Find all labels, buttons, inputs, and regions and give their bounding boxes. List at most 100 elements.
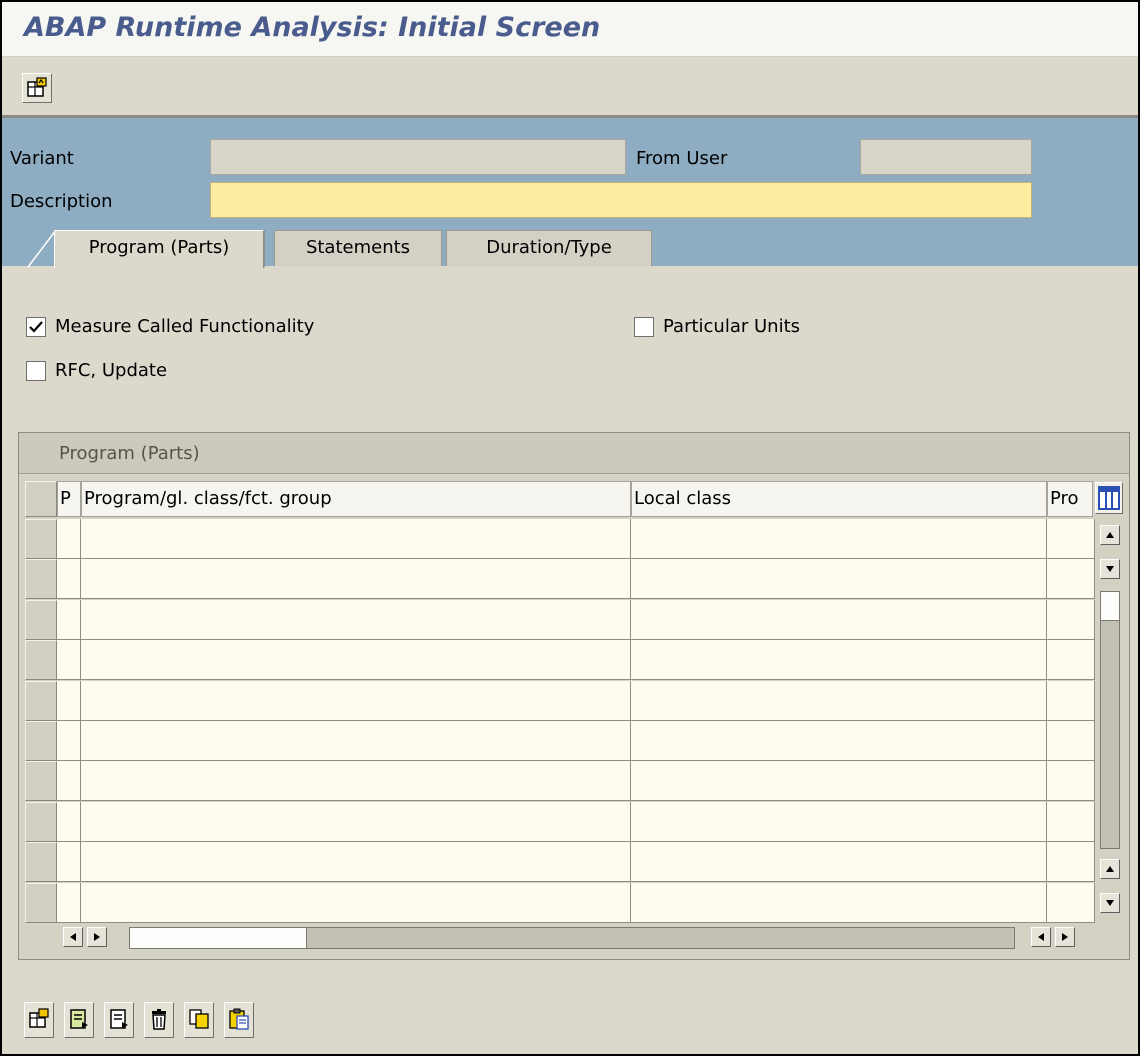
particular-units-checkbox[interactable] bbox=[634, 317, 654, 337]
arrow-up-icon bbox=[1106, 532, 1114, 538]
table-cell[interactable] bbox=[81, 842, 631, 883]
table-cell[interactable] bbox=[57, 599, 81, 640]
table-cell[interactable] bbox=[1047, 842, 1095, 883]
vertical-scrollbar[interactable] bbox=[1097, 519, 1123, 923]
column-header-program[interactable]: Program/gl. class/fct. group bbox=[81, 481, 631, 517]
arrow-right-icon bbox=[1062, 933, 1068, 941]
table-cell[interactable] bbox=[57, 882, 81, 923]
scroll-left-button[interactable] bbox=[63, 927, 83, 947]
row-selector[interactable] bbox=[25, 882, 57, 923]
column-header-local-class[interactable]: Local class bbox=[631, 481, 1047, 517]
row-selector[interactable] bbox=[25, 599, 57, 640]
table-cell[interactable] bbox=[631, 680, 1047, 721]
column-header-pro[interactable]: Pro bbox=[1047, 481, 1093, 517]
hscroll-track[interactable] bbox=[129, 927, 1015, 949]
paste-button[interactable] bbox=[224, 1002, 254, 1038]
table-cell[interactable] bbox=[57, 519, 81, 559]
tab-duration-type[interactable]: Duration/Type bbox=[446, 230, 652, 266]
table-cell[interactable] bbox=[631, 640, 1047, 681]
table-cell[interactable] bbox=[81, 721, 631, 761]
from-user-field[interactable] bbox=[860, 139, 1032, 175]
row-selector[interactable] bbox=[25, 519, 57, 559]
table-cell[interactable] bbox=[57, 559, 81, 600]
append-row-icon bbox=[70, 1009, 88, 1029]
table-cell[interactable] bbox=[81, 761, 631, 802]
scroll-thumb[interactable] bbox=[1101, 592, 1119, 621]
scroll-page-down-button[interactable] bbox=[1100, 893, 1120, 913]
table-cell[interactable] bbox=[81, 680, 631, 721]
row-selector[interactable] bbox=[25, 680, 57, 721]
table-cell[interactable] bbox=[57, 801, 81, 842]
table-cell[interactable] bbox=[81, 640, 631, 681]
table-cell[interactable] bbox=[631, 559, 1047, 600]
arrow-down-icon bbox=[1106, 566, 1114, 572]
table-cell[interactable] bbox=[1047, 801, 1095, 842]
table-cell[interactable] bbox=[57, 842, 81, 883]
scroll-up-button[interactable] bbox=[1100, 525, 1120, 545]
create-variant-button[interactable] bbox=[22, 73, 52, 103]
table-cell[interactable] bbox=[81, 599, 631, 640]
horizontal-scrollbar[interactable] bbox=[57, 923, 1103, 953]
row-selector[interactable] bbox=[25, 761, 57, 802]
hscroll-thumb[interactable] bbox=[130, 928, 307, 948]
scroll-far-right-button[interactable] bbox=[1055, 927, 1075, 947]
append-row-button[interactable] bbox=[64, 1002, 94, 1038]
delete-row-button[interactable] bbox=[144, 1002, 174, 1038]
insert-row-button[interactable] bbox=[24, 1002, 54, 1038]
scroll-far-left-button[interactable] bbox=[1031, 927, 1051, 947]
select-all-button[interactable] bbox=[25, 481, 57, 517]
table-cell[interactable] bbox=[1047, 761, 1095, 802]
description-field[interactable] bbox=[210, 182, 1032, 218]
table-cell[interactable] bbox=[1047, 882, 1095, 923]
table-cell[interactable] bbox=[81, 882, 631, 923]
row-selector[interactable] bbox=[25, 559, 57, 600]
table-title-bar: Program (Parts) bbox=[19, 433, 1129, 474]
table-cell[interactable] bbox=[1047, 599, 1095, 640]
table-cell[interactable] bbox=[1047, 519, 1095, 559]
table-cell[interactable] bbox=[631, 882, 1047, 923]
table-cell[interactable] bbox=[81, 801, 631, 842]
table-cell[interactable] bbox=[631, 761, 1047, 802]
create-variant-icon bbox=[27, 77, 47, 97]
measure-called-checkbox[interactable] bbox=[26, 317, 46, 337]
page-title: ABAP Runtime Analysis: Initial Screen bbox=[24, 12, 601, 43]
row-selector[interactable] bbox=[25, 640, 57, 681]
scroll-down-button[interactable] bbox=[1100, 559, 1120, 579]
table-cell[interactable] bbox=[631, 519, 1047, 559]
scroll-right-button[interactable] bbox=[87, 927, 107, 947]
rfc-update-checkbox[interactable] bbox=[26, 361, 46, 381]
from-user-label: From User bbox=[636, 148, 728, 169]
table-cell[interactable] bbox=[1047, 721, 1095, 761]
table-cell[interactable] bbox=[1047, 640, 1095, 681]
scroll-track[interactable] bbox=[1100, 591, 1120, 849]
table-cell[interactable] bbox=[81, 519, 631, 559]
table-cell[interactable] bbox=[631, 801, 1047, 842]
table-cell[interactable] bbox=[81, 559, 631, 600]
table-cell[interactable] bbox=[57, 680, 81, 721]
rfc-update-label: RFC, Update bbox=[55, 360, 168, 381]
table-cell[interactable] bbox=[1047, 680, 1095, 721]
table-cell[interactable] bbox=[57, 640, 81, 681]
variant-field[interactable] bbox=[210, 139, 626, 175]
scroll-page-up-button[interactable] bbox=[1100, 859, 1120, 879]
row-selector[interactable] bbox=[25, 801, 57, 842]
insert-line-button[interactable] bbox=[104, 1002, 134, 1038]
table-cell[interactable] bbox=[57, 761, 81, 802]
tab-strip: Program (Parts) Statements Duration/Type bbox=[2, 230, 1138, 268]
row-selector[interactable] bbox=[25, 721, 57, 761]
table-cell[interactable] bbox=[631, 599, 1047, 640]
tab-statements[interactable]: Statements bbox=[274, 230, 442, 266]
table-cell[interactable] bbox=[57, 721, 81, 761]
table-title: Program (Parts) bbox=[59, 443, 200, 464]
row-selector[interactable] bbox=[25, 842, 57, 883]
copy-button[interactable] bbox=[184, 1002, 214, 1038]
table-cell[interactable] bbox=[631, 721, 1047, 761]
column-header-p[interactable]: P bbox=[57, 481, 81, 517]
table-cell[interactable] bbox=[631, 842, 1047, 883]
delete-row-icon bbox=[152, 1009, 166, 1030]
checkmark-icon bbox=[29, 321, 43, 333]
measure-called-label: Measure Called Functionality bbox=[55, 316, 315, 337]
column-settings-button[interactable] bbox=[1095, 482, 1123, 514]
tab-program-parts[interactable]: Program (Parts) bbox=[54, 230, 264, 268]
table-cell[interactable] bbox=[1047, 559, 1095, 600]
